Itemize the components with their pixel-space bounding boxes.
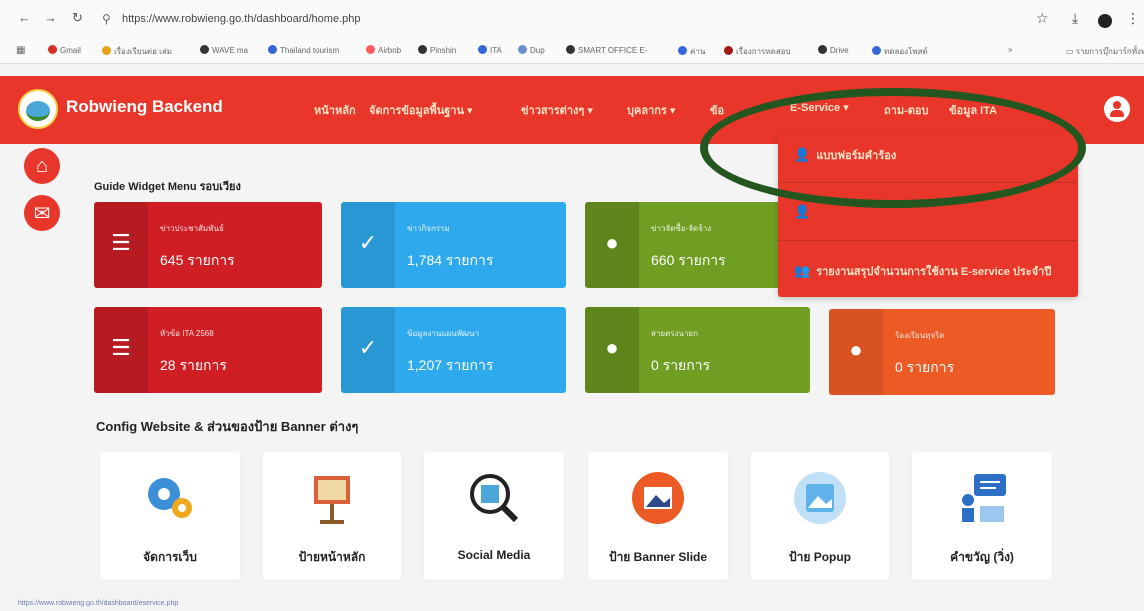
card-value: 0 รายการ [651,357,711,373]
bookmark-item[interactable]: เรื่องการทดสอบ [724,45,791,58]
bookmark-item[interactable]: WAVE ma [200,45,248,55]
bookmark-item[interactable]: Thailand tourism [268,45,339,55]
widget-card[interactable]: ● ร้องเรียนทุจริต 0 รายการ [829,309,1055,395]
bookmark-item[interactable]: Airbnb [366,45,401,55]
tile-label: ป้ายหน้าหลัก [298,550,366,564]
card-value: 1,207 รายการ [407,357,494,373]
person-icon: 👤 [794,204,811,219]
nav-news[interactable]: ข่าวสารต่างๆ ▾ [521,101,593,119]
brand-name[interactable]: Robwieng Backend [66,97,223,117]
card-label: ข้อมูลงานแผนพัฒนา [407,329,480,338]
group-icon: 👥 [794,263,811,278]
reload-icon[interactable]: ↻ [72,10,83,26]
config-tile-slogan[interactable]: คำขวัญ (วิ่ง) [912,452,1052,580]
apps-icon[interactable]: ▦ [16,45,25,56]
config-tile-home-banner[interactable]: ป้ายหน้าหลัก [262,452,402,580]
easel-icon [314,476,350,524]
bookmark-item[interactable]: Dup [518,45,545,55]
bookmarks-bar: ▦ Gmail เรื่องเรียนต่อ เล่ม WAVE ma Thai… [0,40,1144,64]
nav-truncated[interactable]: ข้อ [710,101,724,119]
download-icon[interactable]: ⤓ [1072,10,1078,27]
site-logo[interactable] [18,89,58,129]
double-check-icon: ✓ [358,335,378,360]
gears-icon [148,478,192,518]
user-account-icon[interactable] [1104,96,1130,122]
profile-icon[interactable] [1098,14,1112,28]
card-value: 0 รายการ [895,359,955,375]
card-value: 645 รายการ [160,252,235,268]
kebab-menu-icon[interactable]: ⋮ [1126,10,1140,27]
status-bar-url: https://www.robwieng.go.th/dashboard/ese… [18,600,179,607]
double-check-icon: ✓ [358,230,378,255]
config-tile-social-media[interactable]: Social Media [424,452,564,580]
widget-card[interactable]: ☰ ข่าวประชาสัมพันธ์ 645 รายการ [94,202,322,288]
landscape-icon [632,472,684,524]
tile-label: Social Media [457,548,531,562]
forward-icon[interactable]: → [44,10,57,25]
chat-icon: ● [605,335,619,360]
card-label: ข่าวประชาสัมพันธ์ [160,224,224,233]
bookmark-item[interactable]: ITA [478,45,502,55]
widget-card[interactable]: ● สายตรงนายก 0 รายการ [585,307,810,393]
card-label: ข่าวจัดซื้อ-จัดจ้าง [651,224,712,233]
bookmark-item[interactable]: Gmail [48,45,81,55]
bookmark-item[interactable]: ทดลองโพสต์ [872,45,928,58]
chat-icon: ● [849,337,863,362]
list-icon: ☰ [111,335,131,360]
tile-label: คำขวัญ (วิ่ง) [950,550,1014,564]
popup-image-icon [794,472,846,524]
card-label: ร้องเรียนทุจริต [895,331,945,340]
widget-card[interactable]: ● ข่าวจัดซื้อ-จัดจ้าง 660 รายการ [585,202,785,288]
card-label: ข่าวกิจกรรม [407,224,450,233]
bookmark-item[interactable]: เรื่องเรียนต่อ เล่ม [102,45,172,58]
mail-icon[interactable]: ✉ [24,195,60,231]
folder-icon: ▭ [1066,47,1076,56]
bookmark-item[interactable]: Pinshin [418,45,456,55]
card-value: 660 รายการ [651,252,726,268]
site-info-icon[interactable]: ⚲ [102,12,111,26]
card-value: 28 รายการ [160,357,227,373]
nav-home[interactable]: หน้าหลัก [314,101,356,119]
chat-icon: ● [605,230,619,255]
widget-card[interactable]: ✓ ข้อมูลงานแผนพัฒนา 1,207 รายการ [341,307,566,393]
browser-toolbar: ← → ↻ ⚲ https://www.robwieng.go.th/dashb… [0,0,1144,40]
list-icon: ☰ [111,230,131,255]
bookmark-item[interactable]: ค่าน [678,45,705,58]
annotation-highlight-ring [700,88,1086,208]
home-icon[interactable]: ⌂ [24,148,60,184]
config-tile-web[interactable]: จัดการเว็บ [100,452,240,580]
tile-label: ป้าย Popup [788,550,852,564]
config-section-title: Config Website & ส่วนของป้าย Banner ต่าง… [96,419,359,434]
bookmark-star-icon[interactable]: ☆ [1036,10,1049,27]
tile-label: ป้าย Banner Slide [608,550,708,564]
card-label: หัวข้อ ITA 2568 [160,329,214,338]
chat-person-icon [962,474,1006,522]
widget-card[interactable]: ☰ หัวข้อ ITA 2568 28 รายการ [94,307,322,393]
config-tile-banner-slide[interactable]: ป้าย Banner Slide [588,452,728,580]
config-tile-popup[interactable]: ป้าย Popup [750,452,890,580]
bookmark-item[interactable]: Drive [818,45,849,55]
widget-card[interactable]: ✓ ข่าวกิจกรรม 1,784 รายการ [341,202,566,288]
tile-label: จัดการเว็บ [143,550,197,564]
magnifier-image-icon [470,474,519,523]
card-label: สายตรงนายก [651,329,698,338]
all-bookmarks[interactable]: ▭ รายการบุ๊กมาร์กทั้งหมด [1066,45,1144,58]
bookmark-overflow-icon[interactable]: » [1008,45,1012,54]
bookmark-item[interactable]: SMART OFFICE E- [566,45,648,55]
card-value: 1,784 รายการ [407,252,494,268]
widget-section-title: Guide Widget Menu รอบเวียง [94,181,241,193]
address-bar[interactable]: https://www.robwieng.go.th/dashboard/hom… [122,13,360,25]
nav-personnel[interactable]: บุคลากร ▾ [627,101,675,119]
back-icon[interactable]: ← [18,10,31,25]
dropdown-item-eservice-report[interactable]: 👥 รายงานสรุปจำนวนการใช้งาน E-service ประจ… [778,262,1078,280]
nav-basic-data[interactable]: จัดการข้อมูลพื้นฐาน ▾ [369,101,473,119]
